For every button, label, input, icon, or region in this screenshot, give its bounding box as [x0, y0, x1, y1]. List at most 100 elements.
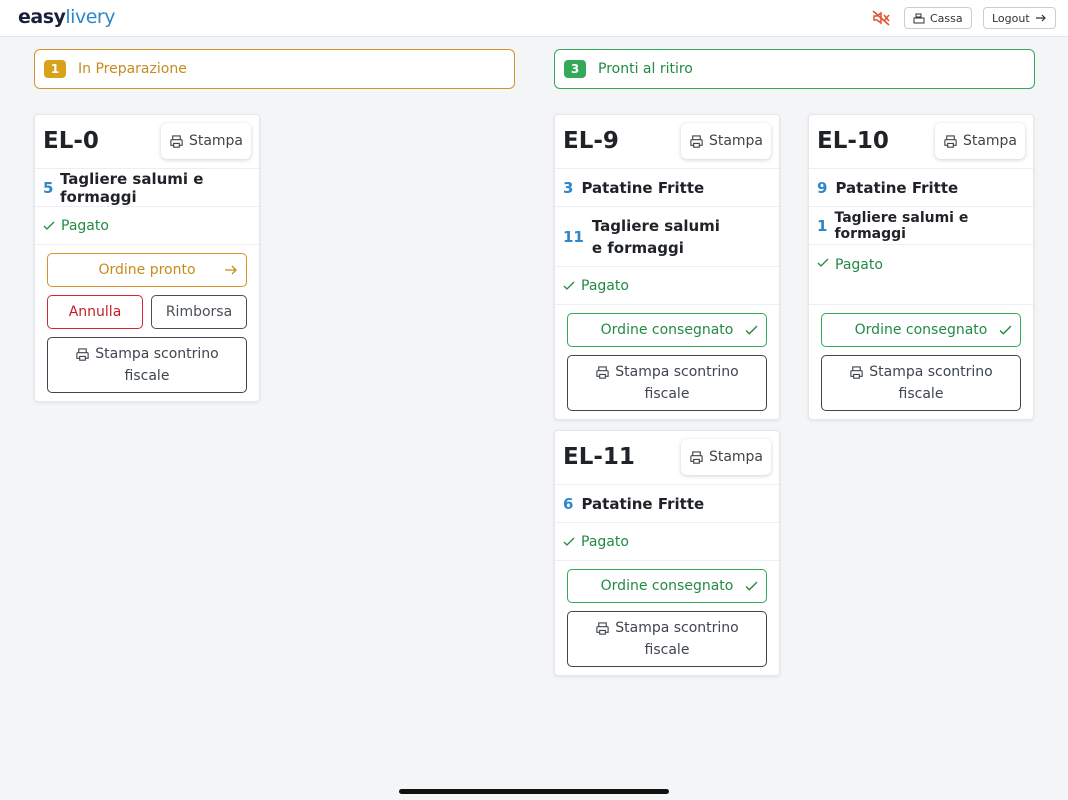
- scontrino-line-1: Stampa scontrino: [595, 361, 739, 383]
- logout-button[interactable]: Logout: [983, 7, 1056, 29]
- payment-status: Pagato: [809, 245, 1033, 305]
- scontrino-label-2: fiscale: [644, 386, 690, 402]
- order-item: 5 Tagliere salumi e formaggi: [35, 169, 259, 207]
- order-code: EL-9: [563, 128, 619, 154]
- column-title: In Preparazione: [78, 61, 187, 77]
- order-item: 6 Patatine Fritte: [555, 485, 779, 523]
- column-header-in-preparazione: 1 In Preparazione: [34, 49, 515, 89]
- order-item: 3 Patatine Fritte: [555, 169, 779, 207]
- app-logo: easylivery: [18, 6, 115, 28]
- rimborsa-label: Rimborsa: [165, 304, 233, 320]
- item-name: Tagliere salumi e formaggi: [834, 209, 969, 242]
- printer-icon: [596, 621, 609, 635]
- ordine-consegnato-button[interactable]: Ordine consegnato: [567, 569, 767, 603]
- order-card-el-11: EL-11 Stampa 6 Patatine Fritte Pagato Or…: [554, 430, 780, 676]
- item-quantity: 6: [563, 494, 574, 513]
- ordine-consegnato-button[interactable]: Ordine consegnato: [821, 313, 1021, 347]
- order-item: 1 Tagliere salumi e formaggi: [809, 207, 1033, 245]
- payment-status-label: Pagato: [61, 217, 109, 234]
- stampa-scontrino-button[interactable]: Stampa scontrino fiscale: [567, 355, 767, 411]
- order-card-el-10: EL-10 Stampa 9 Patatine Fritte 1 Taglier…: [808, 114, 1034, 420]
- scontrino-label-2: fiscale: [644, 642, 690, 658]
- check-icon: [563, 281, 575, 290]
- stampa-label: Stampa: [708, 449, 763, 465]
- cassa-label: Cassa: [930, 11, 963, 25]
- home-indicator[interactable]: [399, 789, 669, 794]
- printer-icon: [76, 347, 89, 361]
- ordine-consegnato-button[interactable]: Ordine consegnato: [567, 313, 767, 347]
- logo-text-livery: livery: [65, 6, 115, 28]
- ordine-pronto-button[interactable]: Ordine pronto: [47, 253, 247, 287]
- item-quantity: 3: [563, 178, 574, 197]
- annulla-label: Annulla: [68, 304, 122, 320]
- stampa-label: Stampa: [708, 133, 763, 149]
- scontrino-line-1: Stampa scontrino: [849, 361, 993, 383]
- order-card-el-9: EL-9 Stampa 3 Patatine Fritte 11 Taglier…: [554, 114, 780, 420]
- printer-icon: [596, 365, 609, 379]
- order-card-header: EL-10 Stampa: [809, 115, 1033, 169]
- cassa-button[interactable]: Cassa: [904, 7, 972, 29]
- printer-icon: [944, 134, 957, 148]
- scontrino-label-1: Stampa scontrino: [95, 346, 219, 362]
- order-card-el-0: EL-0 Stampa 5 Tagliere salumi e formaggi…: [34, 114, 260, 402]
- stampa-button[interactable]: Stampa: [680, 123, 771, 159]
- printer-icon: [690, 450, 703, 464]
- order-code: EL-10: [817, 128, 889, 154]
- column-header-pronti-al-ritiro: 3 Pronti al ritiro: [554, 49, 1035, 89]
- item-quantity: 5: [43, 178, 54, 197]
- item-name: Tagliere salumi e formaggi: [591, 216, 720, 257]
- item-quantity: 1: [817, 216, 828, 235]
- payment-status-label: Pagato: [581, 277, 629, 294]
- scontrino-label-1: Stampa scontrino: [869, 364, 993, 380]
- scontrino-label-2: fiscale: [898, 386, 944, 402]
- scontrino-label-1: Stampa scontrino: [615, 364, 739, 380]
- stampa-label: Stampa: [962, 133, 1017, 149]
- payment-status: Pagato: [35, 207, 259, 245]
- printer-icon: [850, 365, 863, 379]
- logo-text-easy: easy: [18, 6, 66, 28]
- stampa-button[interactable]: Stampa: [160, 123, 251, 159]
- stampa-label: Stampa: [188, 133, 243, 149]
- check-icon: [817, 258, 829, 267]
- order-card-header: EL-9 Stampa: [555, 115, 779, 169]
- arrow-right-icon: [225, 265, 237, 275]
- stampa-button[interactable]: Stampa: [680, 439, 771, 475]
- annulla-button[interactable]: Annulla: [47, 295, 143, 329]
- order-actions: Ordine pronto Annulla Rimborsa Stampa sc…: [35, 245, 259, 401]
- scontrino-label-2: fiscale: [124, 368, 170, 384]
- logout-label: Logout: [992, 11, 1030, 25]
- payment-status: Pagato: [555, 267, 779, 305]
- stampa-scontrino-button[interactable]: Stampa scontrino fiscale: [47, 337, 247, 393]
- cancel-refund-row: Annulla Rimborsa: [47, 295, 247, 329]
- stampa-scontrino-button[interactable]: Stampa scontrino fiscale: [567, 611, 767, 667]
- order-code: EL-0: [43, 128, 99, 154]
- column-title: Pronti al ritiro: [598, 61, 693, 77]
- order-item: 9 Patatine Fritte: [809, 169, 1033, 207]
- payment-status: Pagato: [555, 523, 779, 561]
- ordine-consegnato-label: Ordine consegnato: [600, 578, 734, 594]
- item-name: Tagliere salumi e formaggi: [60, 169, 204, 206]
- column-count-badge: 3: [564, 60, 586, 78]
- order-actions: Ordine consegnato Stampa scontrino fisca…: [555, 561, 779, 675]
- column-count-badge: 1: [44, 60, 66, 78]
- ordine-consegnato-label: Ordine consegnato: [854, 322, 988, 338]
- order-item: 11 Tagliere salumi e formaggi: [555, 207, 779, 267]
- printer-icon: [170, 134, 183, 148]
- item-name: Patatine Fritte: [581, 494, 705, 513]
- check-icon: [563, 537, 575, 546]
- ordine-consegnato-label: Ordine consegnato: [600, 322, 734, 338]
- item-quantity: 11: [563, 227, 584, 246]
- cash-register-icon: [913, 13, 925, 24]
- stampa-scontrino-button[interactable]: Stampa scontrino fiscale: [821, 355, 1021, 411]
- speaker-muted-icon[interactable]: [871, 9, 891, 27]
- arrow-right-icon: [1035, 14, 1046, 22]
- stampa-button[interactable]: Stampa: [934, 123, 1025, 159]
- check-icon: [999, 325, 1012, 335]
- order-card-header: EL-0 Stampa: [35, 115, 259, 169]
- item-quantity: 9: [817, 178, 828, 197]
- scontrino-line-1: Stampa scontrino: [75, 343, 219, 365]
- order-actions: Ordine consegnato Stampa scontrino fisca…: [809, 305, 1033, 419]
- payment-status-label: Pagato: [835, 257, 883, 273]
- order-code: EL-11: [563, 444, 635, 470]
- rimborsa-button[interactable]: Rimborsa: [151, 295, 247, 329]
